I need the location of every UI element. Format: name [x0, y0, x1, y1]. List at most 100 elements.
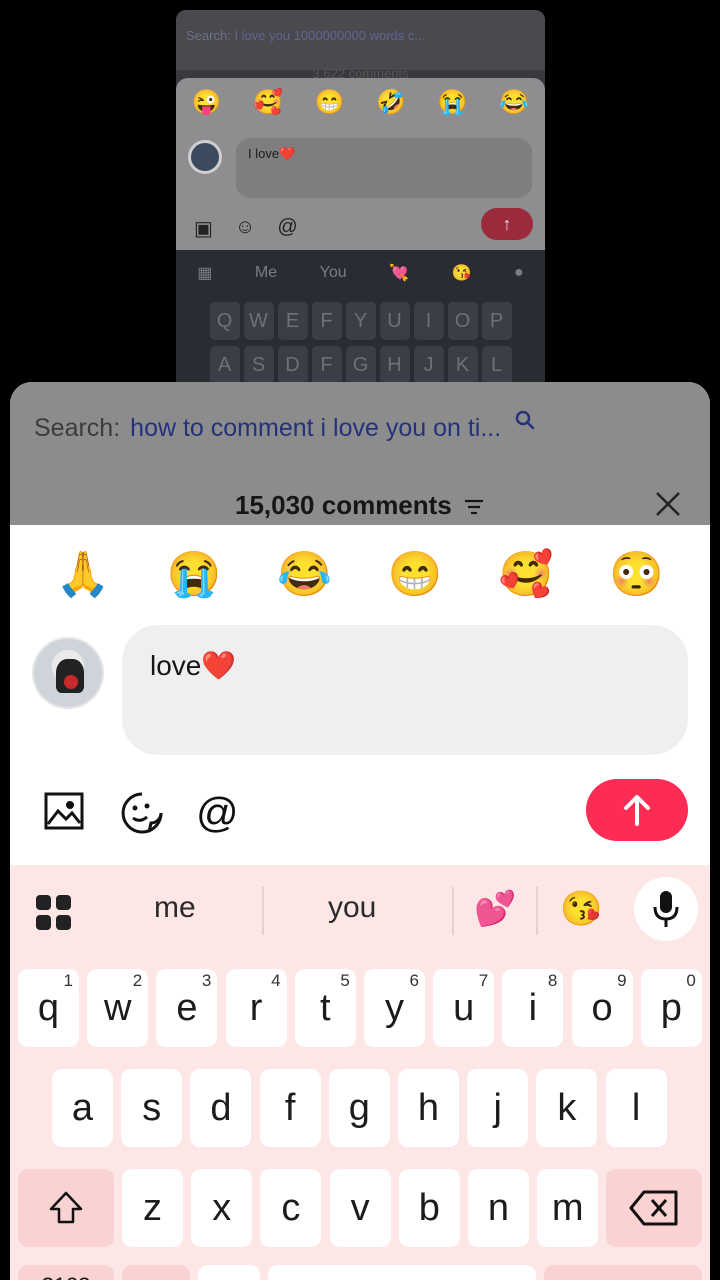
bg-mention-icon: @ — [277, 216, 298, 238]
key-u[interactable]: u7 — [433, 969, 495, 1047]
comments-count: 15,030 comments — [234, 490, 452, 520]
bg-key: Y — [345, 302, 376, 340]
bg-emoji: 🤣 — [376, 89, 407, 116]
key-g[interactable]: g — [328, 1069, 390, 1147]
background-screenshot: Search: I love you 1000000000 words c...… — [176, 10, 545, 382]
bg-key: W — [243, 302, 274, 340]
key-m[interactable]: m — [537, 1169, 599, 1247]
key-f[interactable]: f — [259, 1069, 321, 1147]
bg-search-label: Search: — [186, 28, 231, 43]
key-d[interactable]: d — [190, 1069, 252, 1147]
quick-emoji-bar: 🙏 😭 😂 😁 🥰 😳 — [10, 525, 710, 623]
emoji-button[interactable]: 🥰 — [476, 548, 576, 600]
bg-key-row: ASDFGHJKL — [176, 346, 545, 382]
mention-icon[interactable]: @ — [196, 791, 240, 835]
key-n[interactable]: n — [468, 1169, 529, 1247]
emoji-button[interactable]: 🙏 — [33, 548, 133, 600]
bg-key: F — [311, 302, 342, 340]
emoji-button[interactable]: 😁 — [365, 548, 465, 600]
keyboard: me you 💕 😘 q1w2e3r4t5y6u7i8o9p0 asdfghjk… — [10, 865, 710, 1280]
search-query[interactable]: how to comment i love you on ti... — [130, 414, 501, 443]
key-z[interactable]: z — [122, 1169, 183, 1247]
apps-grid-icon[interactable] — [34, 893, 74, 933]
key-label: w — [103, 986, 132, 1029]
suggestion-word[interactable]: you — [328, 891, 376, 925]
bg-key: A — [209, 346, 240, 382]
key-j[interactable]: j — [467, 1069, 529, 1147]
symbols-key[interactable]: ?123 — [18, 1265, 114, 1280]
shift-key[interactable] — [18, 1169, 114, 1247]
key-hint: 9 — [617, 971, 627, 990]
suggestion-divider — [262, 887, 264, 935]
close-icon[interactable] — [652, 488, 684, 520]
key-hint: 5 — [340, 971, 350, 990]
key-hint: 2 — [132, 971, 143, 990]
key-label: i — [528, 986, 538, 1029]
key-label: t — [320, 986, 331, 1029]
key-hint: 0 — [686, 971, 696, 990]
space-key[interactable] — [268, 1265, 536, 1280]
image-icon[interactable] — [44, 791, 88, 835]
backspace-key[interactable] — [606, 1169, 702, 1247]
search-label: Search: — [34, 414, 121, 442]
emoji-button[interactable]: 😳 — [587, 548, 687, 600]
avatar-accent — [64, 675, 78, 689]
suggestion-emoji[interactable]: 😘 — [560, 889, 602, 929]
bg-key: E — [277, 302, 308, 340]
bg-emoji: 😁 — [314, 89, 345, 116]
bg-key-row: QWEFYUIOP — [176, 302, 545, 340]
key-c[interactable]: c — [260, 1169, 322, 1247]
key-v[interactable]: v — [329, 1169, 391, 1247]
bg-key: D — [277, 346, 308, 382]
key-hint: 7 — [478, 971, 489, 990]
suggestion-bar: me you 💕 😘 — [10, 865, 710, 965]
bg-comment-panel: 😜 🥰 😁 🤣 😭 😂 I love❤️ ▣ ☺ @ ↑ — [176, 78, 545, 258]
key-q[interactable]: q1 — [18, 969, 79, 1047]
bg-key: P — [481, 302, 512, 340]
bg-emoji: 😜 — [191, 89, 222, 116]
search-suggestion[interactable]: Search: how to comment i love you on ti.… — [34, 410, 535, 443]
suggestion-divider — [452, 887, 454, 935]
key-e[interactable]: e3 — [156, 969, 218, 1047]
bg-key: S — [243, 346, 274, 382]
bg-key: H — [379, 346, 410, 382]
suggestion-word[interactable]: me — [154, 891, 196, 925]
send-button[interactable] — [586, 779, 688, 841]
comma-key[interactable] — [122, 1265, 190, 1280]
key-p[interactable]: p0 — [640, 969, 702, 1047]
key-t[interactable]: t5 — [294, 969, 356, 1047]
filter-icon[interactable] — [463, 492, 485, 523]
key-hint: 4 — [271, 971, 281, 990]
bg-suggestion: You — [319, 264, 347, 281]
key-o[interactable]: o9 — [571, 969, 633, 1047]
sticker-icon[interactable] — [120, 791, 164, 835]
emoji-button[interactable]: 😭 — [144, 548, 244, 600]
key-x[interactable]: x — [191, 1169, 253, 1247]
key-hint: 1 — [63, 971, 73, 990]
bg-emoji: 🥰 — [253, 89, 284, 116]
emoji-key[interactable] — [198, 1265, 260, 1280]
microphone-icon[interactable] — [634, 877, 698, 941]
key-s[interactable]: s — [121, 1069, 183, 1147]
key-label: r — [249, 986, 263, 1029]
key-h[interactable]: h — [398, 1069, 459, 1147]
emoji-button[interactable]: 😂 — [255, 548, 355, 600]
bg-key: K — [447, 346, 478, 382]
key-label: o — [591, 986, 613, 1029]
comment-input[interactable]: love❤️ — [122, 625, 688, 755]
key-a[interactable]: a — [52, 1069, 113, 1147]
key-b[interactable]: b — [398, 1169, 460, 1247]
bg-key: G — [345, 346, 376, 382]
bg-emoji: 😂 — [499, 89, 530, 116]
bg-mic-icon: ● — [514, 264, 524, 281]
key-k[interactable]: k — [536, 1069, 598, 1147]
suggestion-emoji[interactable]: 💕 — [474, 889, 516, 929]
key-i[interactable]: i8 — [502, 969, 564, 1047]
key-l[interactable]: l — [605, 1069, 667, 1147]
key-w[interactable]: w2 — [87, 969, 149, 1047]
bg-emoji-row: 😜 🥰 😁 🤣 😭 😂 — [176, 78, 545, 117]
key-r[interactable]: r4 — [225, 969, 287, 1047]
enter-key[interactable] — [544, 1265, 702, 1280]
key-hint: 6 — [409, 971, 419, 990]
key-y[interactable]: y6 — [364, 969, 425, 1047]
